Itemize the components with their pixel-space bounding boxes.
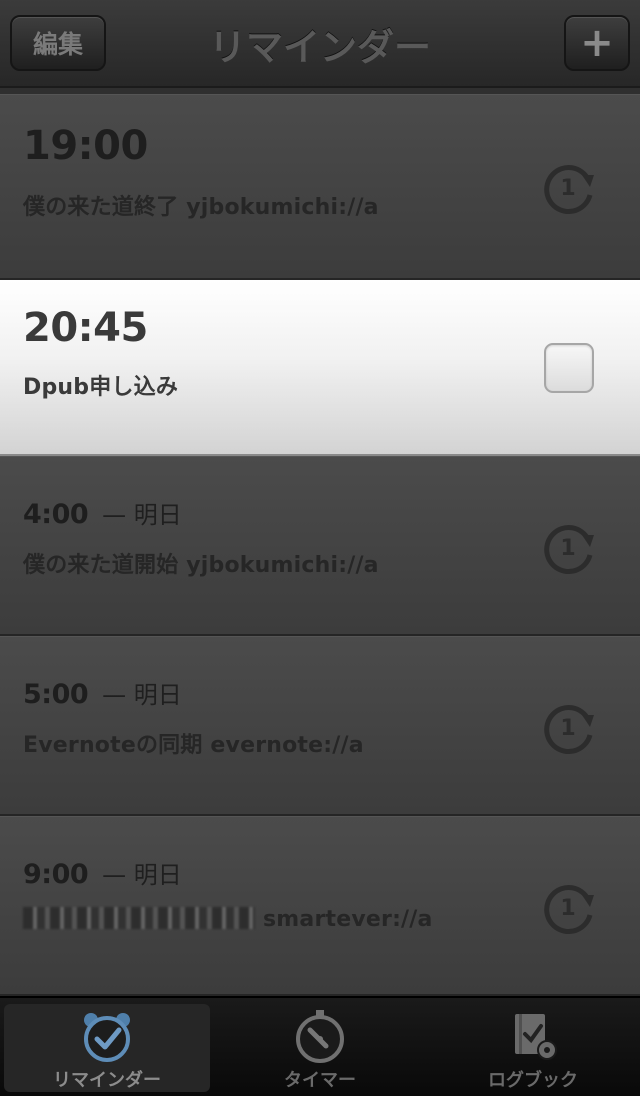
reminder-url: smartever://a (263, 907, 433, 932)
reminder-row[interactable]: 19:00 僕の来た道終了 yjbokumichi://a 1 (0, 94, 640, 280)
reminder-time-line: 4:00 — 明日 (23, 495, 182, 530)
page-title: リマインダー (209, 26, 431, 69)
svg-text:1: 1 (560, 536, 575, 561)
tab-label: リマインダー (53, 1070, 161, 1091)
repeat-once-icon[interactable]: 1 (538, 697, 598, 757)
reminder-time-line: 9:00 — 明日 (23, 855, 182, 890)
reminder-row[interactable]: 4:00 — 明日 僕の来た道開始 yjbokumichi://a 1 (0, 456, 640, 636)
stopwatch-icon (296, 1010, 344, 1063)
reminder-title: 僕の来た道終了 yjbokumichi://a (23, 195, 379, 220)
add-reminder-button[interactable]: + (564, 15, 630, 71)
reminder-time: 20:45 (23, 305, 148, 351)
tab-logbook[interactable]: ログブック (430, 1004, 636, 1092)
blurred-text (23, 907, 255, 929)
navigation-bar: 編集 リマインダー + (0, 0, 640, 88)
edit-button[interactable]: 編集 (10, 15, 106, 71)
alarm-clock-icon (84, 1013, 130, 1062)
reminder-time: 19:00 (23, 123, 148, 169)
reminder-day: — 明日 (102, 501, 182, 529)
reminder-title: Evernoteの同期 evernote://a (23, 733, 364, 758)
repeat-once-icon[interactable]: 1 (538, 877, 598, 937)
reminder-row-active[interactable]: 20:45 Dpub申し込み (0, 280, 640, 456)
reminder-title: Dpub申し込み (23, 375, 179, 400)
reminder-row[interactable]: 5:00 — 明日 Evernoteの同期 evernote://a 1 (0, 636, 640, 816)
repeat-once-icon[interactable]: 1 (538, 517, 598, 577)
reminder-title: 僕の来た道開始 yjbokumichi://a (23, 553, 379, 578)
reminder-time-line: 20:45 (23, 305, 148, 351)
reminder-time: 9:00 (23, 859, 89, 890)
reminder-day: — 明日 (102, 861, 182, 889)
repeat-once-icon[interactable]: 1 (538, 157, 598, 217)
reminder-list: 19:00 僕の来た道終了 yjbokumichi://a 1 20:45 Dp… (0, 94, 640, 996)
tab-reminders[interactable]: リマインダー (4, 1004, 210, 1092)
tab-timer[interactable]: タイマー (217, 1004, 423, 1092)
reminder-time: 5:00 (23, 679, 89, 710)
reminder-row[interactable]: 9:00 — 明日 smartever://a 1 (0, 816, 640, 996)
reminder-time-line: 5:00 — 明日 (23, 675, 182, 710)
tab-label: ログブック (488, 1070, 578, 1091)
complete-checkbox[interactable] (544, 343, 594, 393)
reminder-time: 4:00 (23, 499, 89, 530)
logbook-icon (515, 1014, 557, 1060)
svg-text:1: 1 (560, 716, 575, 741)
tab-bar: リマインダー タイマー ログブック (0, 996, 640, 1096)
reminder-app: 編集 リマインダー + 19:00 僕の来た道終了 yjbokumichi://… (0, 0, 640, 1096)
reminder-day: — 明日 (102, 681, 182, 709)
svg-text:1: 1 (560, 896, 575, 921)
reminder-title: smartever://a (23, 907, 433, 932)
svg-text:1: 1 (560, 176, 575, 201)
reminder-time-line: 19:00 (23, 123, 148, 169)
tab-label: タイマー (284, 1070, 356, 1091)
